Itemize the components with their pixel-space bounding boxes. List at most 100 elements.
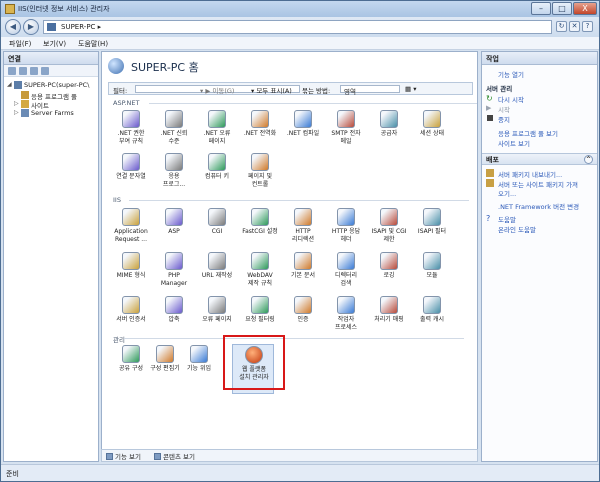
action-export-package[interactable]: 서버 패키지 내보내기...	[498, 169, 562, 179]
feature-icon	[122, 208, 140, 226]
feature-label: 페이지 및 컨트롤	[248, 173, 272, 188]
action-net-framework[interactable]: .NET Framework 버전 변경	[498, 201, 579, 211]
feature-tile[interactable]: 디렉터리 검색	[325, 251, 367, 301]
action-restart[interactable]: 다시 시작	[498, 94, 524, 104]
feature-tile[interactable]: 세션 상태	[411, 109, 453, 159]
feature-tile[interactable]: 공급자	[368, 109, 410, 159]
action-open-feature[interactable]: 기능 열기	[498, 69, 524, 79]
refresh-icon[interactable]: ↻	[556, 21, 567, 32]
action-view-app-pools[interactable]: 응용 프로그램 풀 보기	[498, 128, 558, 138]
feature-tile[interactable]: ISAPI 필터	[411, 207, 453, 257]
feature-tile[interactable]: .NET 컴파일	[282, 109, 324, 159]
feature-tile[interactable]: SMTP 전자 메일	[325, 109, 367, 159]
feature-tile[interactable]: 페이지 및 컨트롤	[239, 152, 281, 202]
stop-icon[interactable]: ✕	[569, 21, 580, 32]
window-title: IIS(인터넷 정보 서비스) 관리자	[18, 5, 110, 13]
feature-label: .NET 전역화	[243, 130, 277, 137]
action-help[interactable]: 도움말	[498, 214, 516, 224]
feature-tile[interactable]: Application Request ...	[110, 207, 152, 257]
feature-tile[interactable]: WebDAV 제작 규칙	[239, 251, 281, 301]
feature-tile[interactable]: 연결 문자열	[110, 152, 152, 202]
menu-view[interactable]: 보기(V)	[43, 39, 66, 49]
tree-expander-server-farms[interactable]: ▷	[14, 109, 19, 116]
feature-icon	[165, 296, 183, 314]
action-view-sites[interactable]: 사이트 보기	[498, 138, 530, 148]
view-tabs: 기능 보기 콘텐츠 보기	[101, 449, 478, 462]
tab-features-view[interactable]: 기능 보기	[106, 451, 141, 461]
go-button[interactable]: ▾ ▶ 이동(G)	[200, 85, 234, 95]
close-button[interactable]: X	[573, 2, 597, 15]
feature-tile[interactable]: 모듈	[411, 251, 453, 301]
feature-label: 오류 페이지	[202, 316, 232, 323]
feature-label: 세션 상태	[420, 130, 444, 137]
feature-icon	[423, 296, 441, 314]
stop-square-icon	[487, 115, 493, 121]
feature-label: 공급자	[380, 130, 398, 137]
feature-label: HTTP 리디렉션	[291, 228, 315, 243]
action-import-package-cont[interactable]: 오기...	[498, 188, 516, 198]
tree-expander-server[interactable]: ◢	[7, 81, 12, 88]
action-online-help[interactable]: 온라인 도움말	[498, 224, 536, 234]
feature-tile[interactable]: CGI	[196, 207, 238, 257]
feature-label: 기본 문서	[291, 272, 315, 279]
view-mode-button[interactable]: ▦ ▾	[405, 85, 416, 93]
delete-icon[interactable]	[41, 67, 49, 75]
feature-tile[interactable]: FastCGI 설정	[239, 207, 281, 257]
feature-tile[interactable]: MIME 형식	[110, 251, 152, 301]
feature-icon	[190, 345, 208, 363]
feature-icon	[165, 208, 183, 226]
feature-icon	[165, 252, 183, 270]
deploy-section-header: 배포 ^	[482, 153, 597, 165]
feature-icon	[122, 296, 140, 314]
feature-label: ISAPI 필터	[417, 228, 447, 235]
collapse-icon[interactable]: ^	[584, 155, 593, 164]
feature-tile[interactable]: URL 재작성	[196, 251, 238, 301]
action-stop[interactable]: 중지	[498, 114, 510, 124]
forward-button[interactable]: ▶	[23, 19, 39, 35]
address-path-box[interactable]: SUPER-PC ▸	[43, 20, 552, 34]
feature-label: 출력 캐시	[420, 316, 444, 323]
back-button[interactable]: ◀	[5, 19, 21, 35]
filter-label: 필터:	[113, 87, 128, 95]
tree-expander-sites[interactable]: ▷	[14, 100, 19, 107]
help-icon[interactable]: ?	[582, 21, 593, 32]
feature-label: 디렉터리 검색	[334, 272, 358, 287]
feature-tile[interactable]: ASP	[153, 207, 195, 257]
feature-icon	[156, 345, 174, 363]
connect-icon[interactable]	[8, 67, 16, 75]
title-bar: IIS(인터넷 정보 서비스) 관리자 – □ X	[1, 1, 599, 17]
up-icon[interactable]	[30, 67, 38, 75]
feature-icon	[165, 110, 183, 128]
feature-tile[interactable]: 기본 문서	[282, 251, 324, 301]
feature-tile[interactable]: 컴퓨터 키	[196, 152, 238, 202]
feature-label: PHP Manager	[160, 272, 188, 287]
server-icon	[47, 23, 56, 31]
category-divider	[124, 338, 464, 339]
feature-label: CGI	[211, 228, 223, 235]
action-start[interactable]: 시작	[498, 104, 510, 114]
feature-tile[interactable]: 기능 위임	[178, 344, 220, 394]
feature-icon	[294, 208, 312, 226]
show-all-button[interactable]: ▾ 모두 표시(A)	[251, 85, 292, 95]
tab-content-view[interactable]: 콘텐츠 보기	[154, 451, 195, 461]
actions-pane: 작업 기능 열기 서버 관리 ↻ 다시 시작 ▶ 시작 중지 응용 프로그램 풀…	[481, 51, 598, 462]
feature-tile[interactable]: 로깅	[368, 251, 410, 301]
menu-help[interactable]: 도움말(H)	[78, 39, 108, 49]
menu-file[interactable]: 파일(F)	[9, 39, 31, 49]
feature-tile[interactable]: PHP Manager	[153, 251, 195, 301]
feature-label: URL 재작성	[201, 272, 233, 279]
tree-item-server-farms[interactable]: Server Farms	[31, 109, 74, 117]
feature-tile[interactable]: HTTP 리디렉션	[282, 207, 324, 257]
group-by-select[interactable]: 영역	[340, 85, 400, 96]
feature-tile[interactable]: ISAPI 및 CGI 제한	[368, 207, 410, 257]
maximize-button[interactable]: □	[552, 2, 572, 15]
tree-item-server[interactable]: SUPER-PC(super-PC\	[24, 81, 89, 89]
feature-label: Application Request ...	[114, 228, 148, 243]
feature-tile[interactable]: HTTP 응답 헤더	[325, 207, 367, 257]
feature-tile[interactable]: 응용 프로그...	[153, 152, 195, 202]
minimize-button[interactable]: –	[531, 2, 551, 15]
connections-header: 연결	[4, 52, 98, 65]
feature-label: 컴퓨터 키	[205, 173, 229, 180]
feature-icon	[380, 252, 398, 270]
save-icon[interactable]	[19, 67, 27, 75]
